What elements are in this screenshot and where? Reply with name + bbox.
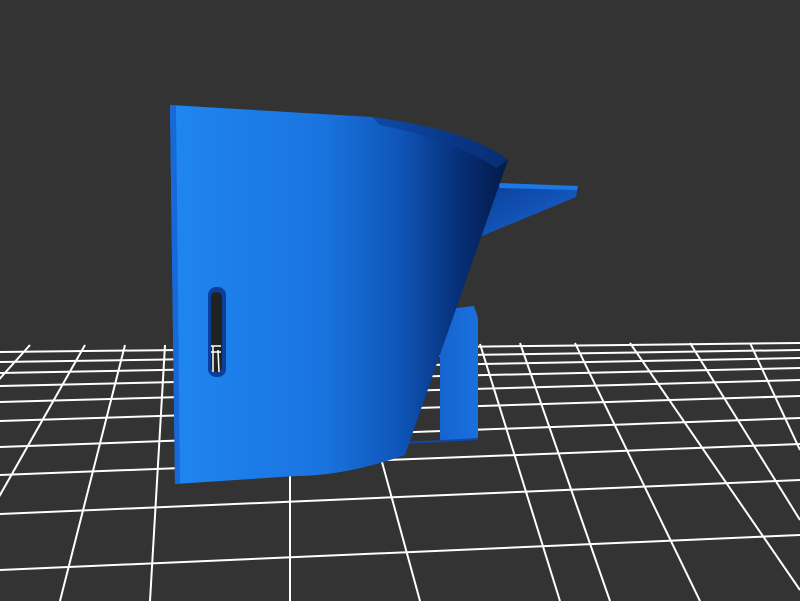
grid-line	[519, 342, 611, 601]
grid-line	[574, 342, 701, 601]
slot-cutout	[208, 287, 226, 377]
grid-line	[0, 479, 800, 515]
grid-line	[0, 534, 800, 571]
grid-line	[479, 343, 561, 601]
3d-viewport[interactable]	[0, 0, 800, 601]
grid-line	[0, 344, 31, 380]
viewport-canvas[interactable]	[0, 0, 800, 601]
